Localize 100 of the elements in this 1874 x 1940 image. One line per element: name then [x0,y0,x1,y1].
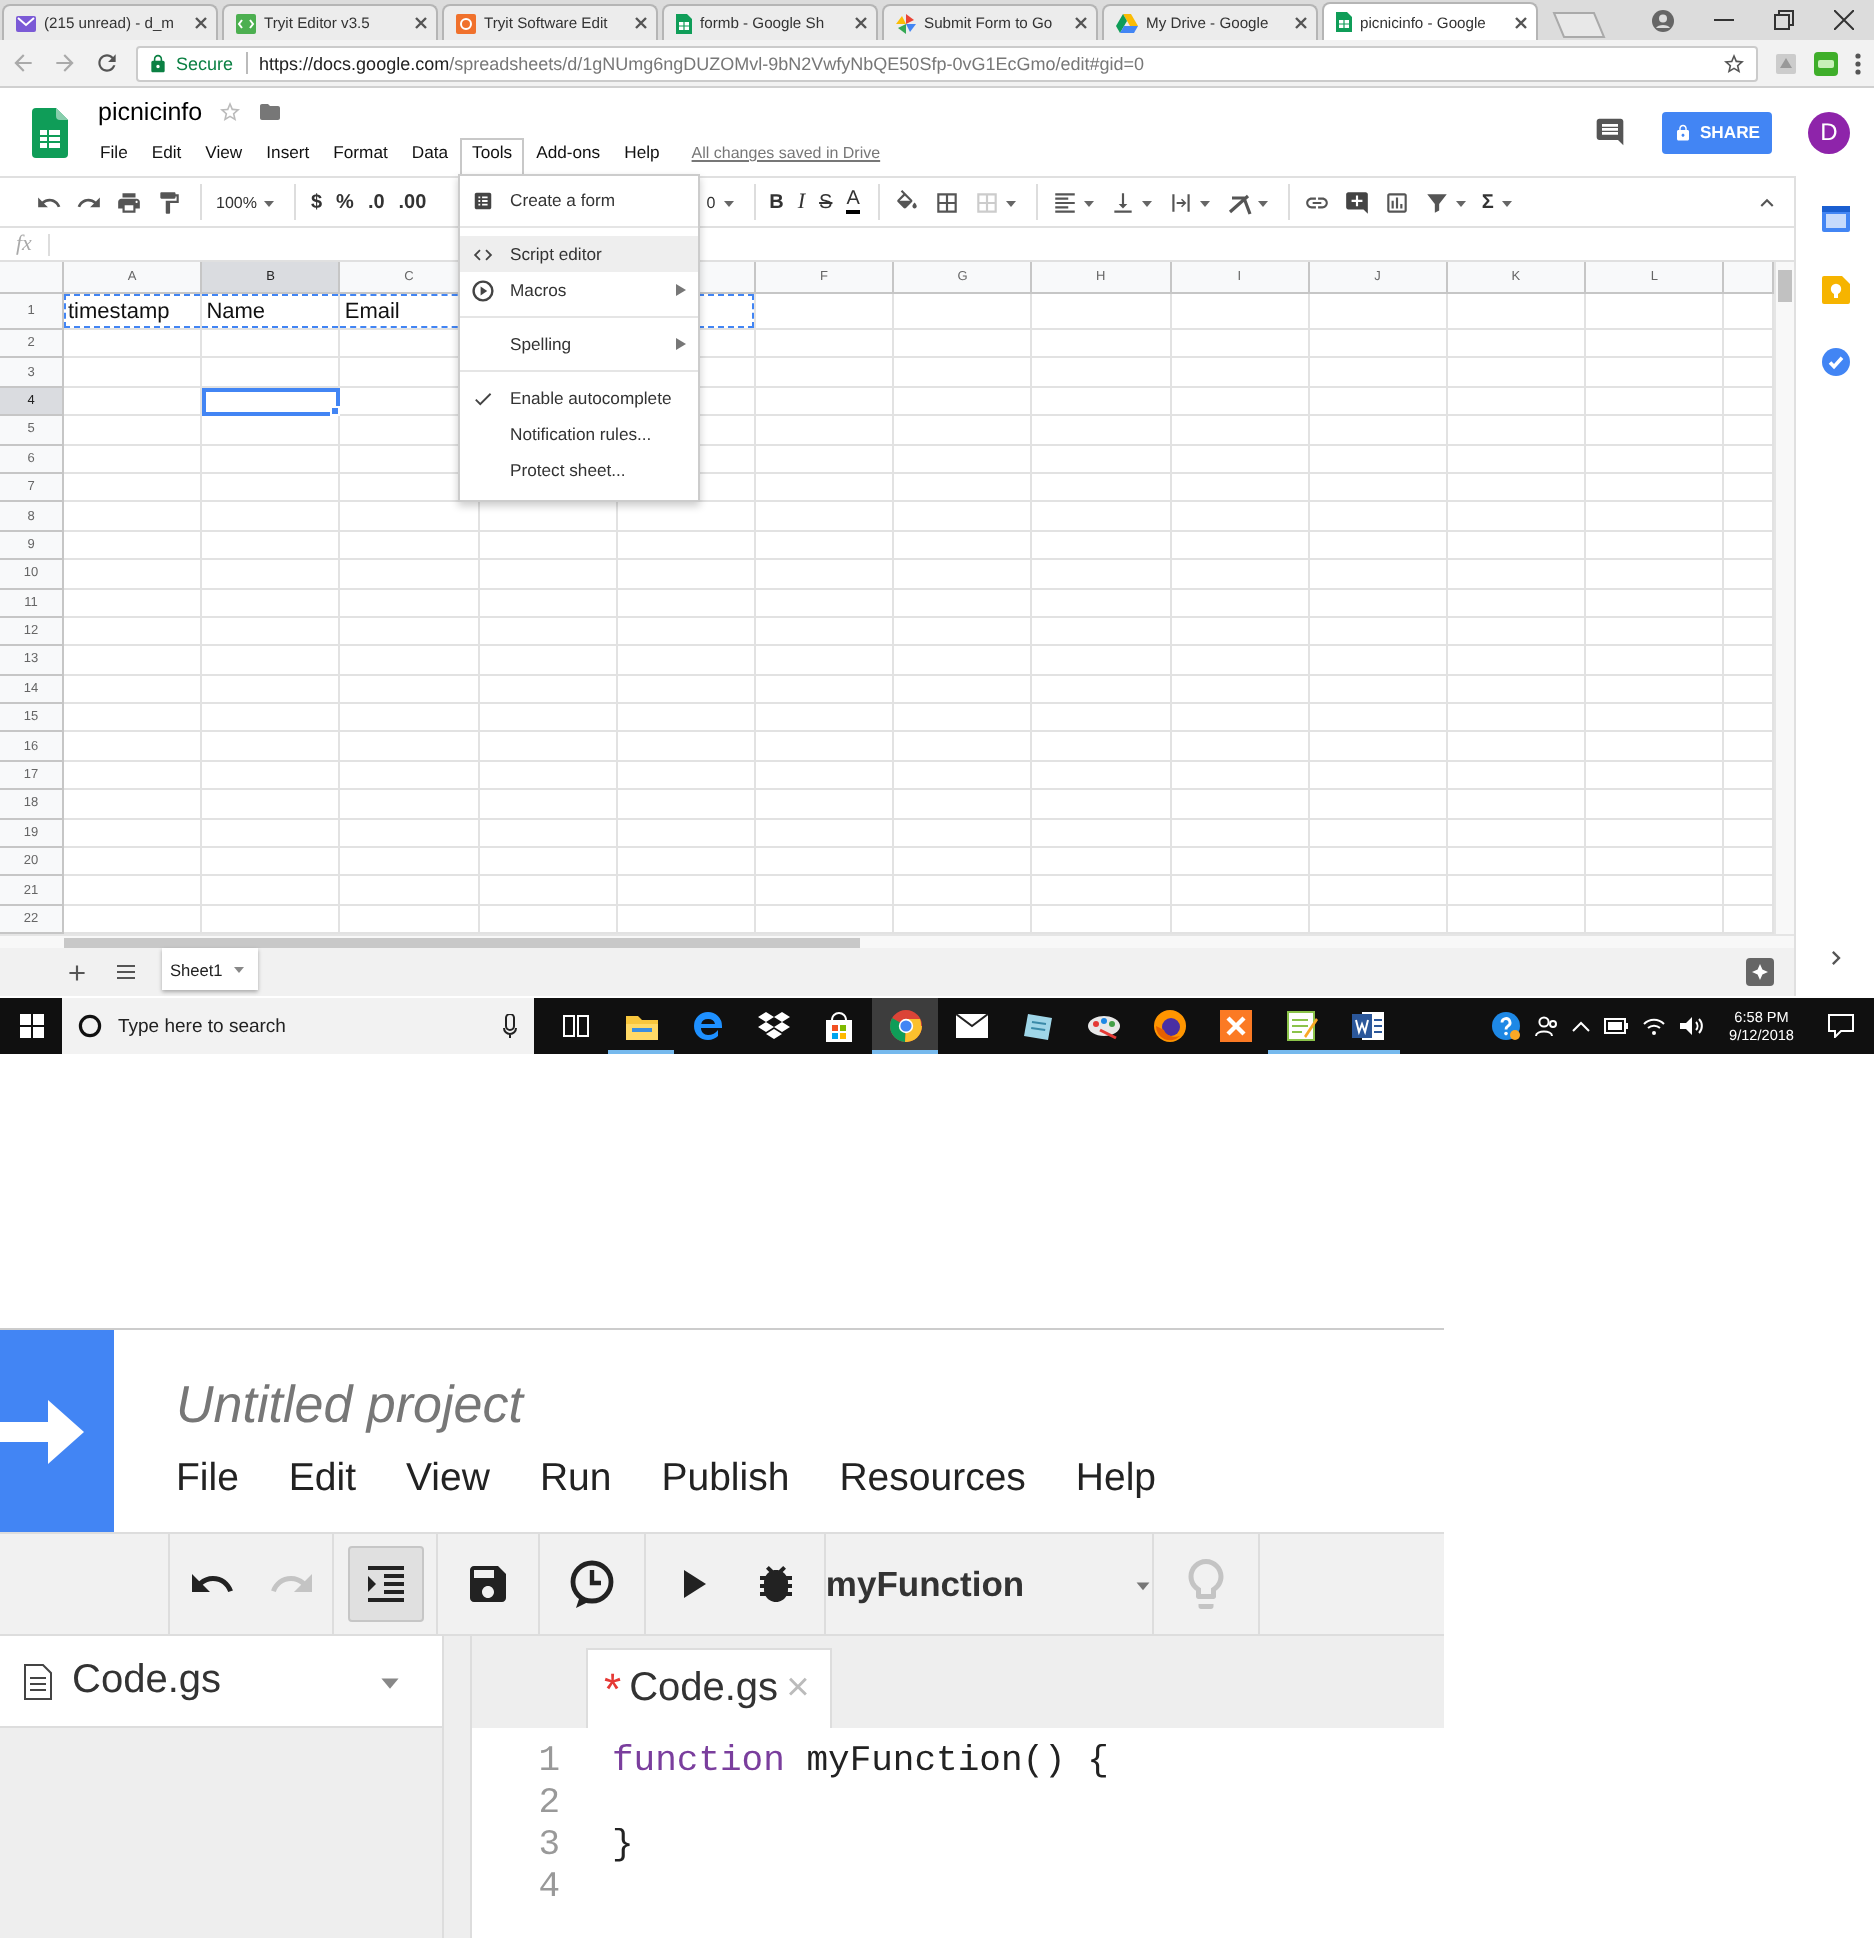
menu-item[interactable]: View [406,1456,490,1502]
paint-format-icon[interactable] [156,189,182,215]
menu-item[interactable]: Run [539,1456,612,1502]
functions-button[interactable]: Σ [1481,191,1514,213]
more-menu-icon[interactable] [1854,51,1862,75]
zoom-dropdown[interactable]: 100% [216,193,277,211]
caret-down-icon[interactable] [232,962,247,976]
menu-item[interactable]: Publish [661,1456,790,1502]
volume-icon[interactable] [1679,1016,1704,1036]
menu-item[interactable]: Tools [460,138,525,176]
close-icon[interactable] [414,16,428,30]
search-bar[interactable]: Type here to search [62,998,534,1054]
caret-down-icon[interactable] [1499,195,1514,209]
font-size-dropdown[interactable]: 0 [706,193,736,211]
menu-item[interactable]: Edit [139,136,194,170]
sheets-logo-icon[interactable] [32,107,68,157]
currency-button[interactable]: $ [310,191,323,213]
caret-down-icon[interactable] [262,195,277,209]
explore-icon[interactable] [1746,958,1774,986]
indent-button[interactable] [347,1546,423,1622]
tasks-check-icon[interactable] [1821,348,1849,376]
menu-item[interactable]: Format [321,136,400,170]
menu-item[interactable]: Add-ons [524,136,613,170]
menu-item[interactable]: View [193,136,255,170]
microphone-icon[interactable] [502,1014,518,1038]
function-dropdown[interactable]: myFunction [817,1551,1161,1617]
strikethrough-button[interactable]: S [819,191,833,213]
star-icon[interactable] [1722,51,1746,75]
wifi-icon[interactable] [1641,1016,1666,1036]
editor-tab[interactable]: * Code.gs × [586,1648,832,1728]
filter-icon[interactable] [1423,189,1450,215]
extension-icon[interactable] [1774,51,1798,75]
save-status-link[interactable]: All changes saved in Drive [691,144,881,170]
italic-button[interactable]: I [797,190,806,214]
help-icon[interactable] [1491,1012,1520,1040]
caret-down-icon[interactable] [721,195,736,209]
battery-icon[interactable] [1603,1018,1628,1034]
caret-down-icon[interactable] [1197,195,1212,209]
menu-item[interactable]: Notification rules... [460,416,698,452]
sheet-tab[interactable]: Sheet1 [162,948,259,990]
close-icon[interactable] [1514,15,1528,29]
menu-icon[interactable] [114,960,138,984]
increase-decimals-button[interactable]: .00 [398,191,427,213]
bold-button[interactable]: B [769,191,784,213]
text-wrap-icon[interactable] [1167,189,1194,215]
menu-item[interactable]: Data [399,136,461,170]
folder-icon[interactable] [258,100,283,124]
fill-handle[interactable] [330,406,341,417]
taskbar-app[interactable] [872,998,938,1054]
star-icon[interactable] [218,100,243,124]
notifications-icon[interactable] [1828,1014,1854,1038]
decrease-decimals-button[interactable]: .0 [367,191,385,213]
address-field[interactable]: Secure https://docs.google.com/spreadsheets/d/1gNUmg6ngDUZOMvl-9bN2VwfyNbQE50Sfp-0vG1EcGmo/edit#gid=0 [136,45,1758,81]
menu-item[interactable]: Help [612,136,672,170]
menu-item[interactable]: Create a form [460,182,698,218]
comment-icon[interactable] [1594,116,1626,148]
caret-down-icon[interactable] [1003,195,1018,209]
close-icon[interactable] [634,16,648,30]
calendar-icon[interactable] [1821,204,1849,232]
scrollbar-thumb[interactable] [1778,270,1792,302]
align-left-icon[interactable] [1051,189,1078,215]
menu-item[interactable]: Help [1075,1456,1157,1502]
selected-cell[interactable] [202,387,341,417]
menu-item[interactable]: Resources [839,1456,1026,1502]
text-rotate-icon[interactable] [1225,189,1252,215]
share-button[interactable]: SHARE [1662,111,1772,153]
windows-logo-icon[interactable] [19,1014,43,1038]
caret-down-icon[interactable] [1139,195,1154,209]
vertical-align-icon[interactable] [1109,189,1136,215]
scrollbar-thumb[interactable] [64,937,860,947]
extension-icon[interactable] [1814,51,1838,75]
project-file-entry[interactable]: Code.gs [0,1636,442,1728]
close-icon[interactable] [854,16,868,30]
close-icon[interactable] [1834,10,1854,30]
menu-item[interactable]: Enable autocomplete [460,380,698,416]
menu-item[interactable]: Spelling [460,326,698,362]
apps-script-logo-icon[interactable] [0,1395,88,1467]
document-title[interactable]: picnicinfo [98,98,203,126]
menu-item[interactable]: Edit [288,1456,357,1502]
close-icon[interactable] [194,16,208,30]
profile-icon[interactable] [1652,9,1674,31]
menu-item[interactable]: Insert [254,136,322,170]
add-sheet-icon[interactable] [64,960,90,986]
menu-item[interactable]: Protect sheet... [460,452,698,488]
text-color-button[interactable]: A [846,190,860,214]
reload-icon[interactable] [94,50,120,76]
search-field[interactable]: Type here to search [118,1015,486,1037]
close-icon[interactable] [1074,16,1088,30]
caret-down-icon[interactable] [1255,195,1270,209]
caret-down-icon[interactable] [1081,195,1096,209]
menu-item[interactable]: Script editor [460,236,698,272]
close-icon[interactable] [1294,16,1308,30]
chevron-up-icon[interactable] [1571,1020,1590,1032]
chart-icon[interactable] [1383,189,1410,215]
people-icon[interactable] [1533,1014,1558,1038]
merge-cells-icon[interactable] [973,189,1000,215]
menu-item[interactable]: File [88,136,140,170]
project-title[interactable]: Untitled project [176,1374,1157,1438]
percent-button[interactable]: % [336,191,354,213]
print-icon[interactable] [116,189,142,215]
